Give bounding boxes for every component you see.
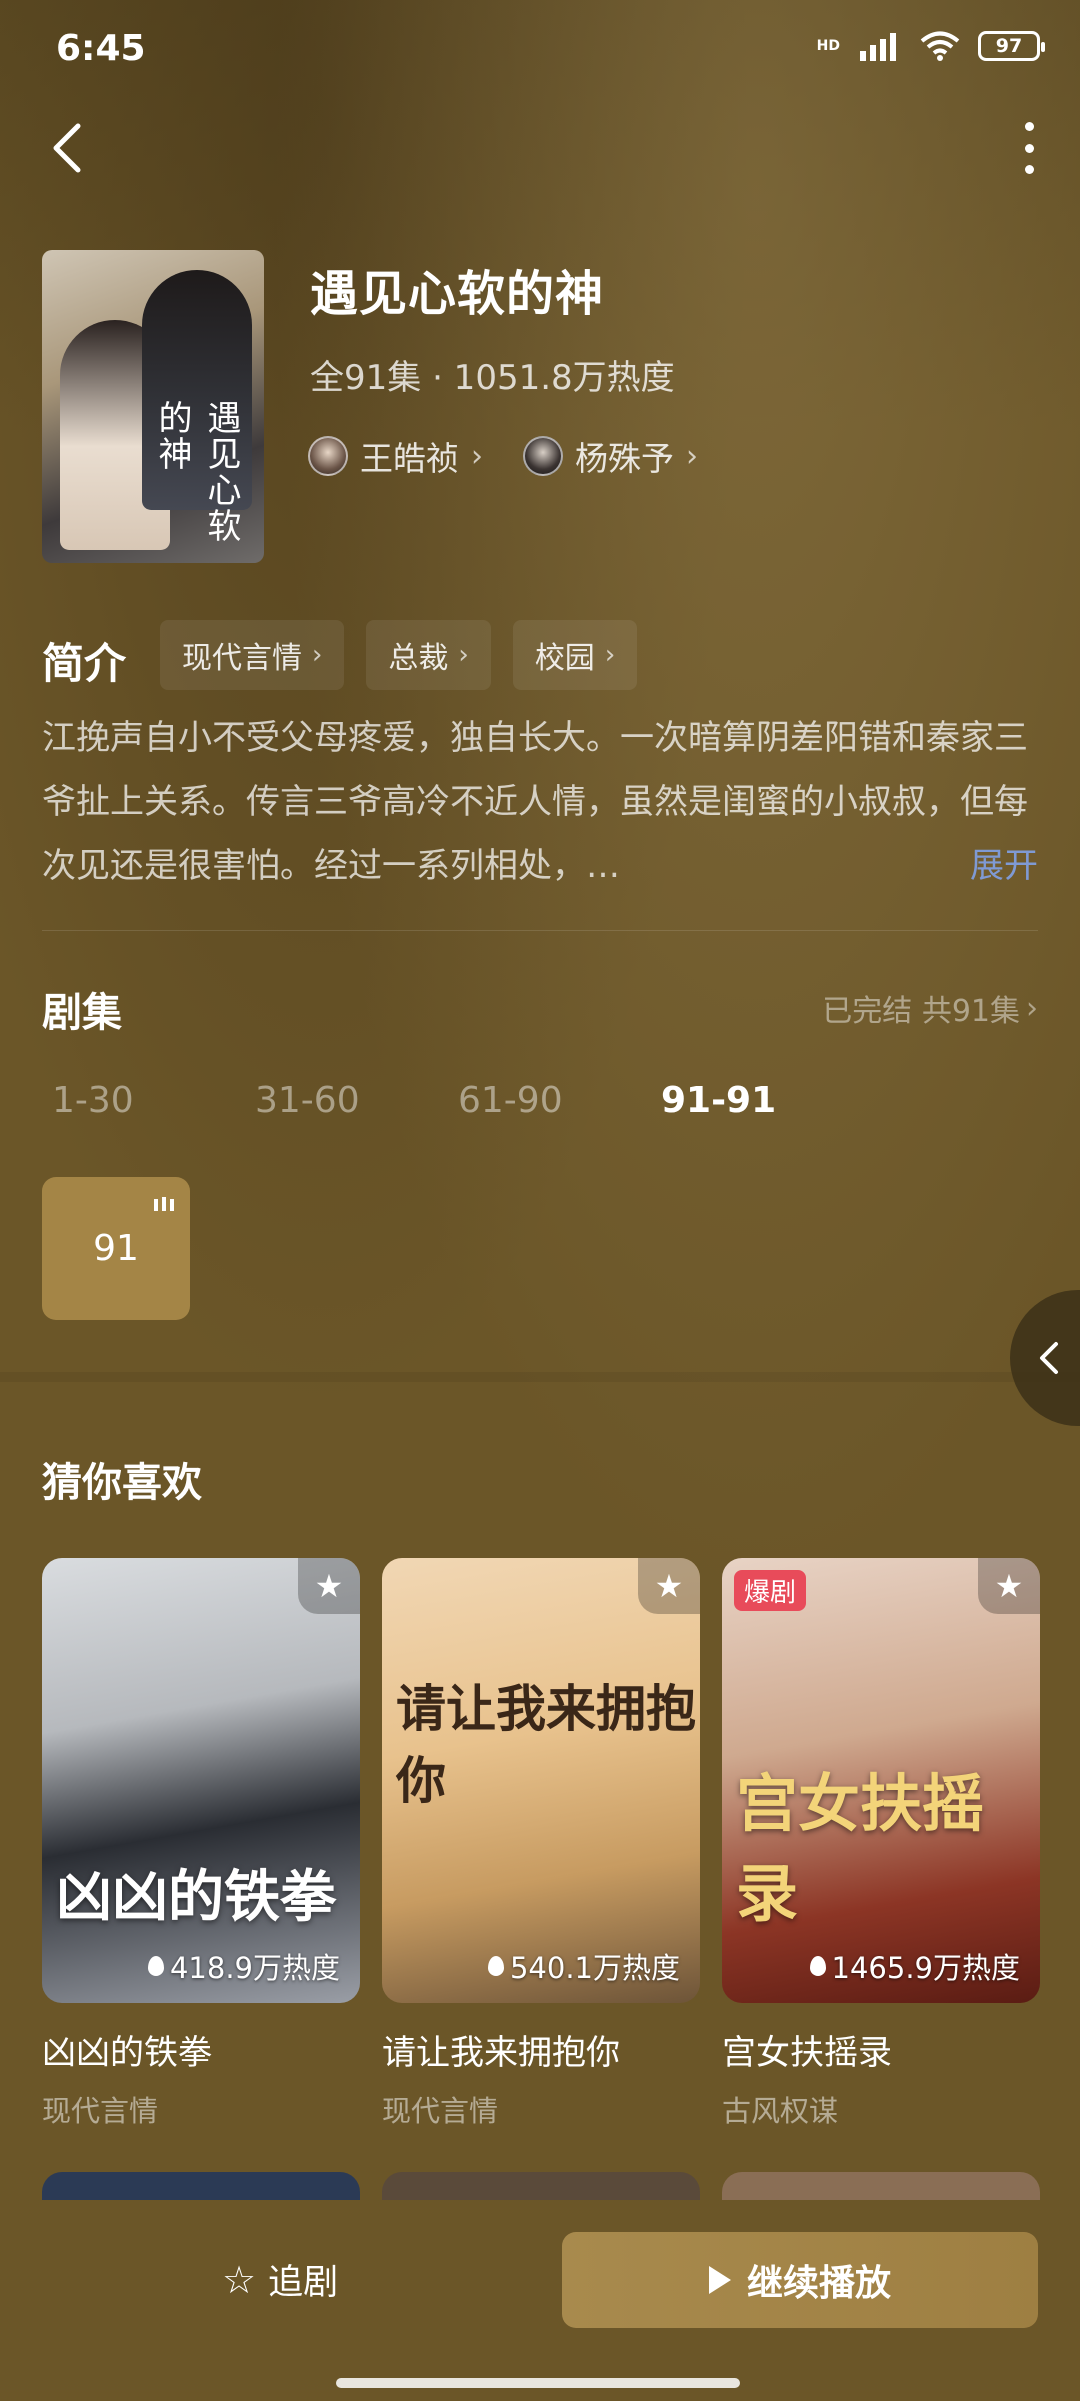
episode-number: 91 [93,1228,139,1269]
battery-indicator: 97 [978,31,1045,61]
actor-link[interactable]: 王皓祯 › [308,432,483,480]
episode-range-tabs: 1-30 31-60 61-90 91-91 [52,1080,864,1121]
status-icons: HD 97 [816,30,1045,62]
drama-meta: 全91集 · 1051.8万热度 [310,358,675,398]
tab-range[interactable]: 31-60 [255,1080,458,1121]
follow-label: 追剧 [268,2263,339,2303]
chevron-left-icon [53,123,81,173]
episodes-status: 已完结 共91集 [822,994,1020,1029]
avatar [308,436,348,476]
genre-tag[interactable]: 总裁 › [366,620,491,690]
recommend-cover-peek [722,2172,1040,2202]
heat-count: 1465.9万热度 [809,1945,1020,1987]
star-outline-icon: ☆ [222,2257,257,2302]
recommend-card[interactable]: 凶凶的铁拳 ★ 418.9万热度 凶凶的铁拳 现代言情 [42,1558,360,2130]
section-separator [0,1372,1080,1382]
cover-title: 凶凶的铁拳 [56,1864,336,1930]
home-indicator[interactable] [336,2378,740,2388]
hot-badge: 爆剧 [734,1570,807,1611]
actor-name: 王皓祯 [360,439,459,478]
divider [42,930,1038,931]
heat-value: 1465.9万热度 [831,1951,1020,1985]
recommend-card[interactable]: 请让我来拥抱你 ★ 540.1万热度 请让我来拥抱你 现代言情 [382,1558,700,2130]
avatar [523,436,563,476]
more-button[interactable] [1014,118,1044,178]
recommend-list: 凶凶的铁拳 ★ 418.9万热度 凶凶的铁拳 现代言情 请让我来拥抱你 ★ 54… [42,1558,1040,2130]
intro-heading: 简介 [42,639,127,688]
play-label: 继续播放 [746,2263,891,2304]
chevron-right-icon: › [604,640,616,670]
heat-count: 418.9万热度 [147,1945,340,1987]
tab-range[interactable]: 1-30 [52,1080,255,1121]
cover-title: 宫女扶摇录 [736,1767,985,1930]
episodes-status-link[interactable]: 已完结 共91集 › [822,986,1038,1030]
tag-label: 校园 [534,641,595,676]
expand-button[interactable]: 展开 [970,834,1038,898]
recommend-card[interactable]: 爆剧 宫女扶摇录 ★ 1465.9万热度 宫女扶摇录 古风权谋 [722,1558,1040,2130]
more-vertical-icon [1024,122,1034,131]
tag-label: 现代言情 [182,641,302,676]
drama-poster[interactable]: 遇见心软的神 [42,250,264,563]
tag-label: 总裁 [388,641,449,676]
actor-name: 杨殊予 [575,439,674,478]
tab-range-active[interactable]: 91-91 [661,1080,864,1121]
recommend-genre: 现代言情 [382,2094,499,2128]
play-icon [708,2266,731,2294]
intro-description: 江挽声自小不受父母疼爱，独自长大。一次暗算阴差阳错和秦家三爷扯上关系。传言三爷高… [42,706,1042,898]
wifi-icon [920,31,960,61]
more-dot [1024,165,1034,174]
episodes-heading: 剧集 [42,990,122,1036]
recommend-cover-peek [42,2172,360,2202]
chevron-left-icon [1040,1342,1058,1374]
tag-list: 现代言情 › 总裁 › 校园 › [160,620,638,690]
chevron-right-icon: › [458,640,469,670]
star-icon[interactable]: ★ [978,1558,1040,1614]
recommend-cover: 爆剧 宫女扶摇录 ★ 1465.9万热度 [722,1558,1040,2003]
episode-button[interactable]: 91 [42,1177,190,1320]
flame-icon [487,1956,504,1976]
star-icon[interactable]: ★ [298,1558,360,1614]
tab-range[interactable]: 61-90 [458,1080,661,1121]
back-button[interactable] [44,118,92,178]
recommend-genre: 现代言情 [42,2094,159,2128]
genre-tag[interactable]: 现代言情 › [160,620,345,690]
continue-play-button[interactable]: 继续播放 [562,2232,1038,2328]
recommend-cover: 请让我来拥抱你 ★ 540.1万热度 [382,1558,700,2003]
flame-icon [147,1956,164,1976]
flame-icon [809,1956,826,1976]
chevron-right-icon: › [1026,990,1038,1026]
status-time: 6:45 [56,28,146,69]
more-dot [1024,143,1034,153]
heat-value: 540.1万热度 [509,1951,680,1985]
recommend-cover-peek [382,2172,700,2202]
heat-count: 540.1万热度 [487,1945,680,1987]
cover-title: 请让我来拥抱你 [396,1679,696,1810]
recommend-title: 请让我来拥抱你 [382,2033,620,2073]
signal-icon [860,33,896,61]
battery-level: 97 [995,35,1023,57]
recommend-cover: 凶凶的铁拳 ★ 418.9万热度 [42,1558,360,2003]
playing-icon [154,1197,174,1211]
poster-title: 遇见心软的神 [152,400,241,544]
chevron-right-icon: › [686,438,698,474]
recommend-heading: 猜你喜欢 [42,1460,202,1506]
star-icon[interactable]: ★ [638,1558,700,1614]
actor-list: 王皓祯 › 杨殊予 › [308,432,698,480]
genre-tag[interactable]: 校园 › [512,620,638,690]
network-label: HD [816,38,840,54]
recommend-next-row [42,2172,1040,2202]
chevron-right-icon: › [312,640,323,670]
drama-title: 遇见心软的神 [310,266,605,322]
heat-value: 418.9万热度 [169,1951,340,1985]
recommend-title: 宫女扶摇录 [722,2033,892,2073]
follow-button[interactable]: ☆ 追剧 [222,2254,338,2305]
recommend-genre: 古风权谋 [722,2094,839,2128]
recommend-title: 凶凶的铁拳 [42,2033,212,2073]
chevron-right-icon: › [471,438,483,474]
actor-link[interactable]: 杨殊予 › [523,432,698,480]
description-text: 江挽声自小不受父母疼爱，独自长大。一次暗算阴差阳错和秦家三爷扯上关系。传言三爷高… [42,718,1028,886]
